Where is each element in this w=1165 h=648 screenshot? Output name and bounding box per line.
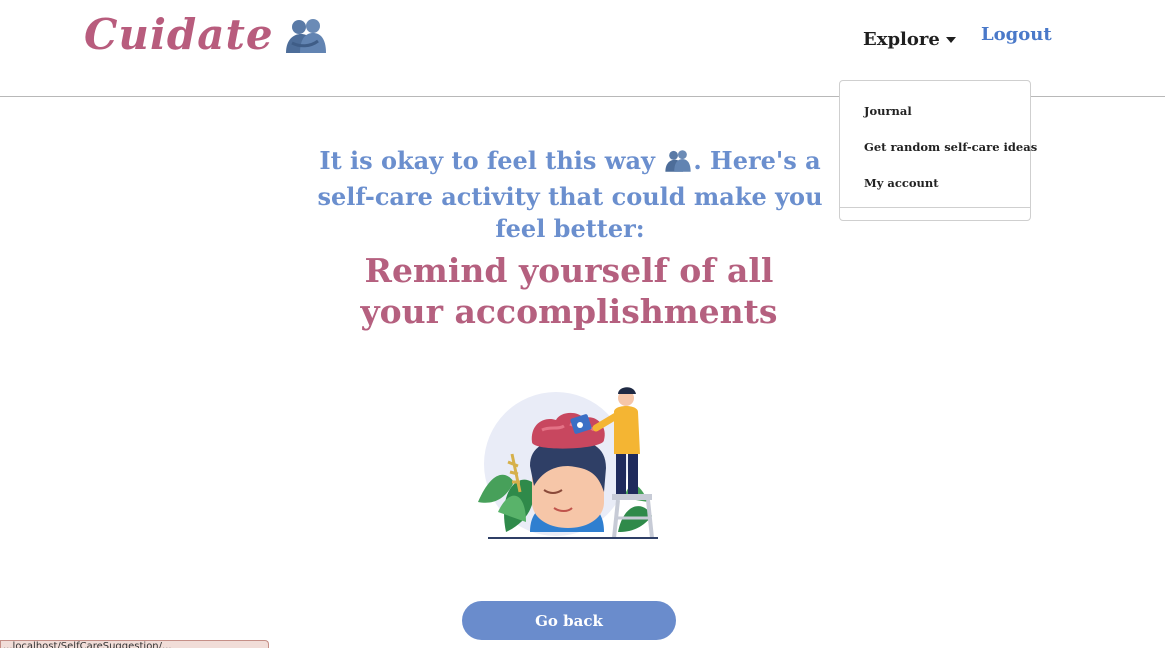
self-care-illustration [468,382,674,542]
page-headline: It is okay to feel this way . Here's a s… [290,145,850,245]
brand-name: Cuidate [84,10,274,59]
people-hugging-icon [284,17,328,59]
explore-dropdown-toggle[interactable]: Explore [863,29,956,50]
dropdown-divider [840,207,1030,208]
logout-link[interactable]: Logout [981,24,1052,45]
people-hugging-icon [663,149,693,181]
activity-suggestion: Remind yourself of all your accomplishme… [360,251,778,331]
explore-label: Explore [863,29,940,50]
dropdown-item-my-account[interactable]: My account [864,176,939,190]
go-back-button[interactable]: Go back [462,601,676,640]
explore-dropdown-menu: Journal Get random self-care ideas My ac… [839,80,1037,221]
brand-logo-link[interactable]: Cuidate [84,10,328,59]
dropdown-item-random-ideas[interactable]: Get random self-care ideas [864,140,1037,154]
status-bar-url: ...localhost/SelfCareSuggestion/... [0,640,269,648]
caret-down-icon [945,36,956,43]
headline-text-part1: It is okay to feel this way [319,146,655,175]
dropdown-item-journal[interactable]: Journal [864,104,912,118]
